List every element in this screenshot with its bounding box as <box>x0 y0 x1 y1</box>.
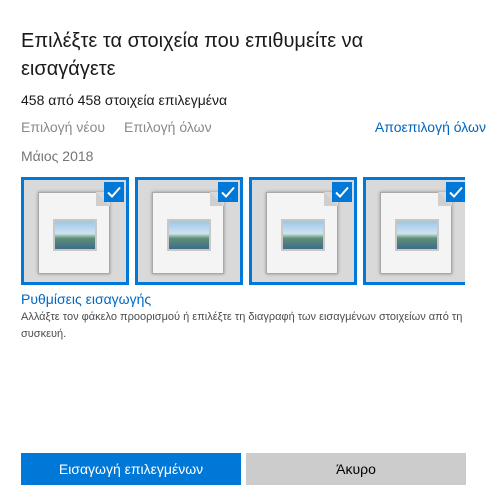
thumbnail-strip <box>21 177 465 285</box>
cancel-button[interactable]: Άκυρο <box>246 453 466 485</box>
thumbnail-item[interactable] <box>135 177 243 285</box>
image-file-icon <box>380 192 452 274</box>
image-file-icon <box>266 192 338 274</box>
group-date-label: Μάιος 2018 <box>21 148 94 164</box>
selection-count: 458 από 458 στοιχεία επιλεγμένα <box>21 92 228 108</box>
image-file-icon <box>38 192 110 274</box>
checkbox-checked-icon[interactable] <box>332 182 352 202</box>
thumbnail-item[interactable] <box>21 177 129 285</box>
select-all-link[interactable]: Επιλογή όλων <box>124 119 212 135</box>
checkbox-checked-icon[interactable] <box>104 182 124 202</box>
thumbnail-item[interactable] <box>363 177 465 285</box>
selection-actions: Επιλογή νέου Επιλογή όλων Αποεπιλογή όλω… <box>21 119 486 139</box>
import-selected-button[interactable]: Εισαγωγή επιλεγμένων <box>21 453 241 485</box>
import-settings-description: Αλλάξτε τον φάκελο προορισμού ή επιλέξτε… <box>21 311 463 340</box>
thumbnail-item[interactable] <box>249 177 357 285</box>
import-settings-link[interactable]: Ρυθμίσεις εισαγωγής <box>21 291 151 307</box>
select-new-link[interactable]: Επιλογή νέου <box>21 119 105 135</box>
deselect-all-link[interactable]: Αποεπιλογή όλων <box>375 119 486 135</box>
image-file-icon <box>152 192 224 274</box>
dialog-title: Επιλέξτε τα στοιχεία που επιθυμείτε να ε… <box>21 30 364 80</box>
checkbox-checked-icon[interactable] <box>446 182 465 202</box>
checkbox-checked-icon[interactable] <box>218 182 238 202</box>
